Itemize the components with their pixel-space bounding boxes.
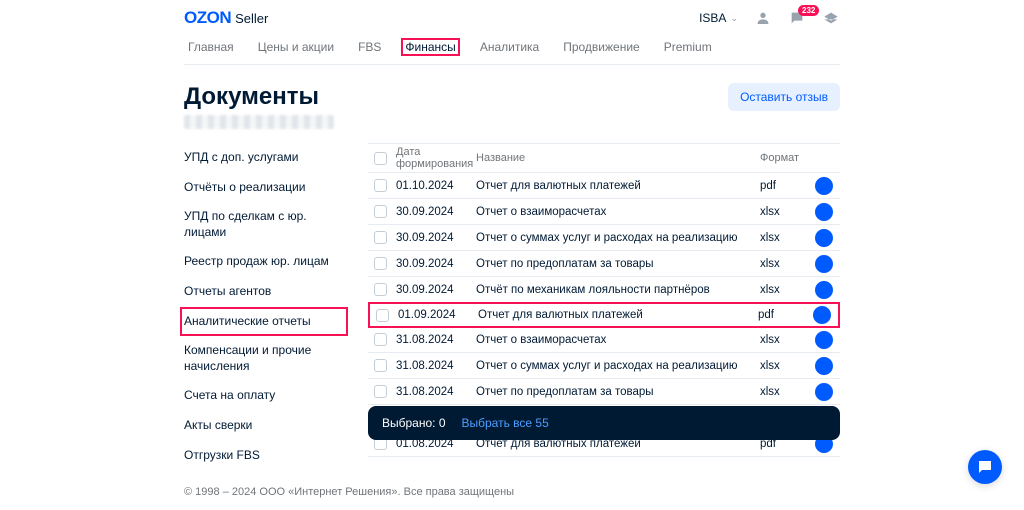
row-date: 31.08.2024 <box>392 334 476 346</box>
col-header-name[interactable]: Название <box>476 152 760 164</box>
sidebar-item-7[interactable]: Счета на оплату <box>184 381 344 411</box>
page-title: Документы <box>184 83 319 111</box>
download-button[interactable] <box>815 383 833 401</box>
nav-item-0[interactable]: Главная <box>184 38 238 56</box>
table-row: 31.08.2024Отчет о взаиморасчетахxlsx <box>368 327 840 353</box>
logo-main: OZON <box>184 8 231 28</box>
row-checkbox[interactable] <box>374 385 387 398</box>
row-name: Отчет для валютных платежей <box>476 180 760 192</box>
selected-count: Выбрано: 0 <box>382 416 446 430</box>
sidebar-item-5[interactable]: Аналитические отчеты <box>180 307 348 337</box>
row-name: Отчет о суммах услуг и расходах на реали… <box>476 232 760 244</box>
sidebar-item-2[interactable]: УПД по сделкам с юр. лицами <box>184 202 344 247</box>
row-date: 01.10.2024 <box>392 180 476 192</box>
row-name: Отчёт по механикам лояльности партнёров <box>476 284 760 296</box>
download-button[interactable] <box>815 281 833 299</box>
row-name: Отчет о суммах услуг и расходах на реали… <box>476 360 760 372</box>
chevron-down-icon: ⌄ <box>730 13 738 24</box>
blurred-subtitle <box>184 115 334 129</box>
chat-button[interactable] <box>968 450 1002 484</box>
sidebar-item-9[interactable]: Отгрузки FBS <box>184 441 344 471</box>
row-date: 31.08.2024 <box>392 386 476 398</box>
row-name: Отчет по предоплатам за товары <box>476 386 760 398</box>
row-date: 31.08.2024 <box>392 360 476 372</box>
download-button[interactable] <box>813 306 831 324</box>
table-row: 31.08.2024Отчет по предоплатам за товары… <box>368 379 840 405</box>
select-all-checkbox[interactable] <box>374 152 387 165</box>
table-row: 30.09.2024Отчёт по механикам лояльности … <box>368 277 840 303</box>
col-header-date[interactable]: Дата формирования <box>392 146 476 170</box>
main-nav: Главная Цены и акции FBS Финансы Аналитика Пр… <box>184 38 840 65</box>
row-format: xlsx <box>760 334 808 346</box>
row-format: xlsx <box>760 360 808 372</box>
row-checkbox[interactable] <box>374 257 387 270</box>
table-row: 31.08.2024Отчет о суммах услуг и расхода… <box>368 353 840 379</box>
user-menu[interactable]: ISBA ⌄ <box>699 11 738 25</box>
nav-item-3[interactable]: Финансы <box>401 38 459 56</box>
logo[interactable]: OZON Seller <box>184 8 268 28</box>
row-format: xlsx <box>760 258 808 270</box>
notif-badge: 232 <box>798 5 819 16</box>
row-format: pdf <box>760 180 808 192</box>
row-checkbox[interactable] <box>374 333 387 346</box>
select-all-link[interactable]: Выбрать все 55 <box>462 416 549 430</box>
sidebar-item-1[interactable]: Отчёты о реализации <box>184 173 344 203</box>
nav-item-5[interactable]: Продвижение <box>559 38 644 56</box>
table-row: 30.09.2024Отчет о суммах услуг и расхода… <box>368 225 840 251</box>
download-button[interactable] <box>815 203 833 221</box>
row-date: 30.09.2024 <box>392 232 476 244</box>
apps-icon[interactable] <box>822 9 840 27</box>
row-checkbox[interactable] <box>376 309 389 322</box>
table-row: 30.09.2024Отчет о взаиморасчетахxlsx <box>368 199 840 225</box>
row-checkbox[interactable] <box>374 359 387 372</box>
row-format: xlsx <box>760 206 808 218</box>
col-header-format[interactable]: Формат <box>760 152 808 164</box>
row-date: 30.09.2024 <box>392 206 476 218</box>
sidebar-item-4[interactable]: Отчеты агентов <box>184 277 344 307</box>
sidebar: УПД с доп. услугамиОтчёты о реализацииУП… <box>184 143 344 470</box>
row-date: 30.09.2024 <box>392 284 476 296</box>
feedback-button[interactable]: Оставить отзыв <box>728 83 840 111</box>
download-button[interactable] <box>815 255 833 273</box>
row-checkbox[interactable] <box>374 283 387 296</box>
row-name: Отчет о взаиморасчетах <box>476 334 760 346</box>
nav-item-4[interactable]: Аналитика <box>476 38 543 56</box>
row-format: pdf <box>758 309 806 321</box>
profile-icon[interactable] <box>754 9 772 27</box>
selection-bar: Выбрано: 0 Выбрать все 55 <box>368 406 840 440</box>
row-name: Отчет по предоплатам за товары <box>476 258 760 270</box>
row-name: Отчет о взаиморасчетах <box>476 206 760 218</box>
table-header: Дата формирования Название Формат <box>368 144 840 173</box>
logo-sub: Seller <box>235 11 268 26</box>
nav-item-1[interactable]: Цены и акции <box>254 38 338 56</box>
download-button[interactable] <box>815 331 833 349</box>
table-row: 30.09.2024Отчет по предоплатам за товары… <box>368 251 840 277</box>
row-format: xlsx <box>760 284 808 296</box>
nav-item-2[interactable]: FBS <box>354 38 385 56</box>
table-row: 01.09.2024Отчет для валютных платежейpdf <box>368 302 840 328</box>
sidebar-item-6[interactable]: Компенсации и прочие начисления <box>184 336 344 381</box>
download-button[interactable] <box>815 177 833 195</box>
row-date: 01.09.2024 <box>394 309 478 321</box>
table-row: 01.10.2024Отчет для валютных платежейpdf <box>368 173 840 199</box>
row-format: xlsx <box>760 232 808 244</box>
row-checkbox[interactable] <box>374 231 387 244</box>
download-button[interactable] <box>815 357 833 375</box>
row-checkbox[interactable] <box>374 205 387 218</box>
row-name: Отчет для валютных платежей <box>478 309 758 321</box>
nav-item-6[interactable]: Premium <box>660 38 716 56</box>
sidebar-item-3[interactable]: Реестр продаж юр. лицам <box>184 247 344 277</box>
footer-copyright: © 1998 – 2024 ООО «Интернет Решения». Вс… <box>184 486 840 498</box>
notifications-icon[interactable]: 232 <box>788 9 806 27</box>
sidebar-item-0[interactable]: УПД с доп. услугами <box>184 143 344 173</box>
row-date: 30.09.2024 <box>392 258 476 270</box>
download-button[interactable] <box>815 229 833 247</box>
row-checkbox[interactable] <box>374 179 387 192</box>
row-format: xlsx <box>760 386 808 398</box>
sidebar-item-8[interactable]: Акты сверки <box>184 411 344 441</box>
user-label: ISBA <box>699 11 726 25</box>
table-wrap: Дата формирования Название Формат 01.10.… <box>368 143 840 470</box>
